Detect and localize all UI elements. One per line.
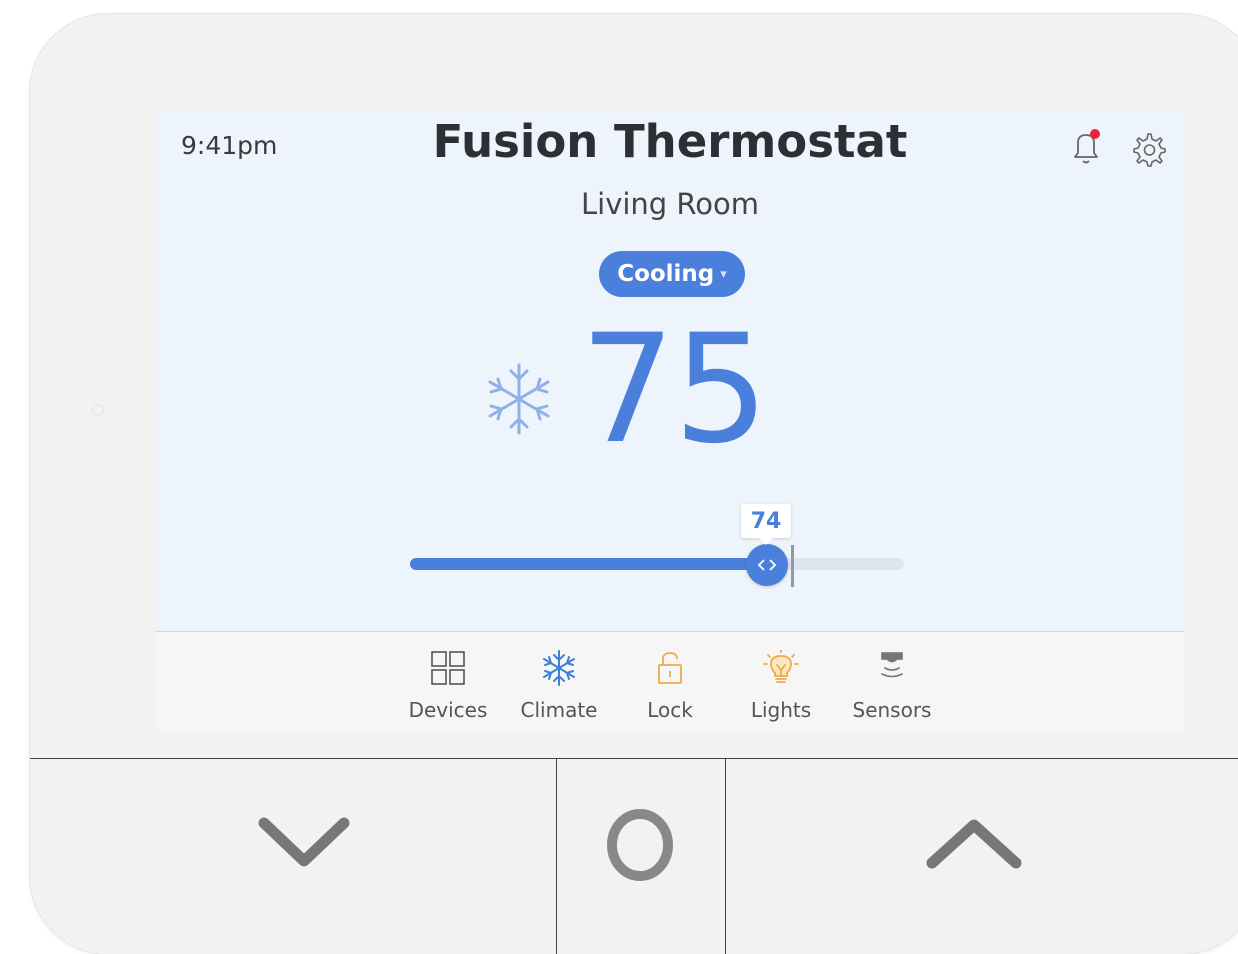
chevron-down-icon: ▾ bbox=[720, 266, 727, 282]
page-title: Fusion Thermostat bbox=[432, 115, 908, 168]
mode-selector[interactable]: Cooling ▾ bbox=[599, 251, 745, 297]
slider-marker bbox=[791, 545, 794, 587]
mode-label: Cooling bbox=[617, 261, 715, 287]
drag-arrows-icon bbox=[757, 559, 777, 571]
gear-icon[interactable] bbox=[1129, 131, 1167, 169]
thermostat-device: 9:41pm Fusion Thermostat Living Room Coo… bbox=[30, 14, 1238, 954]
setpoint-slider-handle[interactable] bbox=[746, 544, 788, 586]
chevron-up-icon bbox=[926, 819, 1022, 869]
sensor-icon bbox=[881, 652, 903, 678]
tab-label: Lock bbox=[647, 698, 693, 722]
tab-lights[interactable]: Lights bbox=[726, 632, 836, 730]
tab-label: Lights bbox=[750, 698, 812, 722]
hardware-button-bar bbox=[30, 758, 1238, 954]
current-temperature: 75 bbox=[580, 303, 769, 477]
tab-devices[interactable]: Devices bbox=[393, 632, 503, 730]
setpoint-tooltip: 74 bbox=[741, 504, 791, 545]
setpoint-slider-fill bbox=[410, 558, 766, 570]
temperature-down-button[interactable] bbox=[30, 759, 557, 954]
room-name: Living Room bbox=[580, 187, 760, 221]
notification-dot bbox=[1090, 129, 1100, 139]
snowflake-icon bbox=[543, 650, 575, 686]
grid-icon bbox=[431, 651, 465, 685]
tab-lock[interactable]: Lock bbox=[615, 632, 725, 730]
thermostat-screen: 9:41pm Fusion Thermostat Living Room Coo… bbox=[155, 111, 1185, 631]
sensor-dot bbox=[92, 404, 104, 416]
tab-label: Climate bbox=[520, 698, 598, 722]
bell-icon[interactable] bbox=[1069, 129, 1103, 169]
circle-icon bbox=[607, 809, 673, 881]
temperature-up-button[interactable] bbox=[726, 759, 1238, 954]
tab-label: Devices bbox=[408, 698, 488, 722]
tab-label: Sensors bbox=[852, 698, 932, 722]
bottom-tab-bar: Devices Climate Lock Lights Sensors bbox=[155, 631, 1185, 730]
home-button[interactable] bbox=[557, 759, 726, 954]
lock-icon bbox=[658, 652, 682, 684]
snowflake-icon bbox=[488, 363, 550, 435]
chevron-down-icon bbox=[258, 817, 350, 867]
tab-climate[interactable]: Climate bbox=[504, 632, 614, 730]
bulb-icon bbox=[763, 650, 799, 683]
tab-sensors[interactable]: Sensors bbox=[837, 632, 947, 730]
